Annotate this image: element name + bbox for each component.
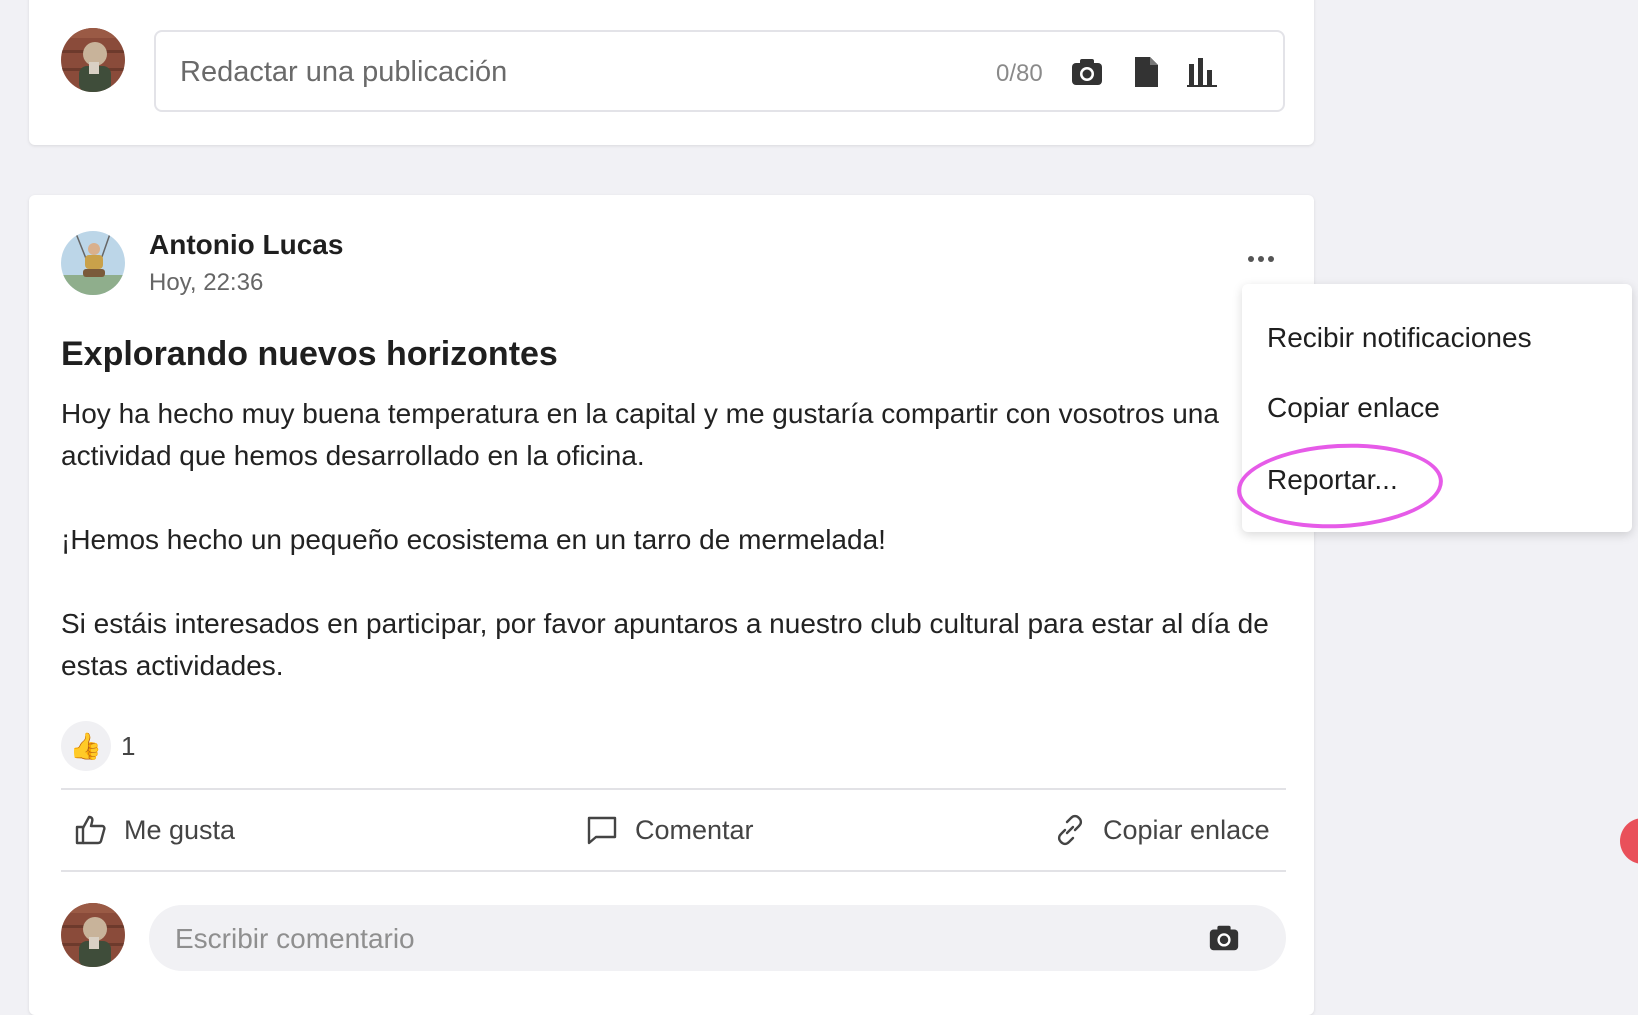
current-user-avatar bbox=[61, 903, 125, 967]
comment-label: Comentar bbox=[635, 814, 754, 845]
more-options-button[interactable] bbox=[1241, 247, 1281, 271]
divider bbox=[61, 870, 1286, 872]
current-user-avatar bbox=[61, 28, 125, 92]
post-card: Antonio Lucas Hoy, 22:36 Explorando nuev… bbox=[29, 195, 1314, 1015]
author-name[interactable]: Antonio Lucas bbox=[149, 229, 343, 261]
copy-link-button[interactable]: Copiar enlace bbox=[1053, 805, 1270, 855]
bar-chart-icon[interactable] bbox=[1184, 54, 1220, 90]
post-body: Hoy ha hecho muy buena temperatura en la… bbox=[61, 393, 1291, 687]
thumbs-up-icon bbox=[74, 813, 108, 847]
post-composer-input[interactable]: Redactar una publicación 0/80 bbox=[154, 30, 1285, 112]
post-options-menu: Recibir notificaciones Copiar enlace Rep… bbox=[1242, 284, 1632, 532]
like-button[interactable]: Me gusta bbox=[74, 805, 235, 855]
more-dots-icon bbox=[1248, 256, 1254, 262]
comment-icon bbox=[585, 813, 619, 847]
camera-icon[interactable] bbox=[1069, 54, 1105, 90]
more-dots-icon-part bbox=[1268, 256, 1274, 262]
comment-button[interactable]: Comentar bbox=[585, 805, 754, 855]
composer-card: Redactar una publicación 0/80 bbox=[29, 0, 1314, 145]
comment-input[interactable]: Escribir comentario bbox=[149, 905, 1286, 971]
floating-action-button[interactable] bbox=[1620, 818, 1638, 864]
menu-item-receive-notifications[interactable]: Recibir notificaciones bbox=[1267, 322, 1532, 354]
comment-placeholder: Escribir comentario bbox=[175, 923, 415, 954]
character-counter: 0/80 bbox=[996, 60, 1043, 87]
like-label: Me gusta bbox=[124, 814, 236, 845]
author-avatar[interactable] bbox=[61, 231, 125, 295]
thumbs-up-reaction-icon[interactable]: 👍 bbox=[61, 721, 111, 771]
post-paragraph: Hoy ha hecho muy buena temperatura en la… bbox=[61, 398, 1219, 471]
divider bbox=[61, 788, 1286, 790]
post-paragraph: Si estáis interesados en participar, por… bbox=[61, 608, 1269, 681]
camera-icon[interactable] bbox=[1207, 921, 1241, 955]
reaction-count[interactable]: 1 bbox=[121, 731, 135, 762]
post-timestamp: Hoy, 22:36 bbox=[149, 269, 264, 296]
menu-item-report[interactable]: Reportar... bbox=[1267, 464, 1398, 496]
menu-item-copy-link[interactable]: Copiar enlace bbox=[1267, 392, 1440, 424]
more-dots-icon-part bbox=[1258, 256, 1264, 262]
copy-link-label: Copiar enlace bbox=[1103, 814, 1270, 845]
post-title: Explorando nuevos horizontes bbox=[61, 335, 558, 373]
document-icon[interactable] bbox=[1128, 54, 1164, 90]
composer-placeholder: Redactar una publicación bbox=[180, 56, 508, 88]
post-paragraph: ¡Hemos hecho un pequeño ecosistema en un… bbox=[61, 524, 886, 555]
link-icon bbox=[1053, 813, 1087, 847]
